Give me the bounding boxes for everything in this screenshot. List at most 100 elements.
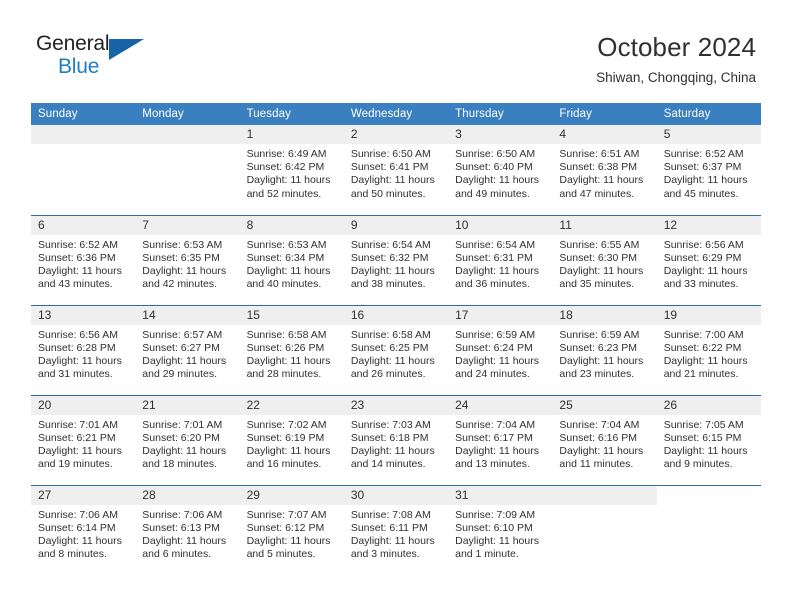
sunrise-sunset-calendar: Sunday Monday Tuesday Wednesday Thursday… — [31, 103, 761, 575]
sunset-text: Sunset: 6:12 PM — [246, 521, 325, 534]
day-details: Sunrise: 6:54 AM Sunset: 6:32 PM Daylight:… — [344, 235, 448, 292]
daylight-text: Daylight: 11 hours and 5 minutes. — [246, 534, 331, 561]
calendar-week-row: 27 Sunrise: 7:06 AM Sunset: 6:14 PM Dayligh… — [31, 484, 761, 575]
day-details: Sunrise: 7:04 AM Sunset: 6:17 PM Daylight:… — [448, 415, 552, 472]
calendar-week-row: 1 Sunrise: 6:49 AM Sunset: 6:42 PM Daylight… — [31, 125, 761, 215]
sunrise-text: Sunrise: 6:49 AM — [246, 148, 327, 160]
calendar-cell-day[interactable]: 24 Sunrise: 7:04 AM Sunset: 6:17 PM Dayligh… — [448, 394, 553, 485]
day-number: 28 — [135, 485, 240, 505]
calendar-cell-day[interactable]: 7 Sunrise: 6:53 AM Sunset: 6:35 PM Daylight… — [135, 214, 240, 305]
daylight-text: Daylight: 11 hours and 21 minutes. — [663, 354, 748, 381]
day-number: 21 — [135, 395, 240, 415]
sunrise-text: Sunrise: 7:04 AM — [455, 418, 536, 431]
calendar-cell-day[interactable]: 17 Sunrise: 6:59 AM Sunset: 6:24 PM Dayligh… — [448, 304, 553, 395]
daylight-text: Daylight: 11 hours and 8 minutes. — [38, 534, 122, 561]
sunset-text: Sunset: 6:15 PM — [663, 431, 742, 444]
calendar-cell-day[interactable]: 20 Sunrise: 7:01 AM Sunset: 6:21 PM Dayligh… — [31, 394, 136, 485]
calendar-cell-day[interactable]: 31 Sunrise: 7:09 AM Sunset: 6:10 PM Dayligh… — [448, 484, 553, 575]
sunrise-text: Sunrise: 6:57 AM — [142, 328, 223, 341]
day-number — [135, 125, 240, 144]
sunrise-text: Sunrise: 6:53 AM — [246, 238, 327, 251]
day-details: Sunrise: 6:54 AM Sunset: 6:31 PM Daylight:… — [448, 235, 552, 292]
daylight-text: Daylight: 11 hours and 14 minutes. — [350, 444, 435, 471]
calendar-cell-day[interactable]: 26 Sunrise: 7:05 AM Sunset: 6:15 PM Dayligh… — [656, 394, 761, 485]
calendar-cell-day[interactable]: 19 Sunrise: 7:00 AM Sunset: 6:22 PM Dayligh… — [656, 304, 761, 395]
calendar-week-row: 6 Sunrise: 6:52 AM Sunset: 6:36 PM Daylight… — [31, 214, 761, 305]
day-number: 29 — [239, 485, 344, 505]
sunrise-text: Sunrise: 6:55 AM — [559, 238, 640, 251]
calendar-cell-day[interactable]: 16 Sunrise: 6:58 AM Sunset: 6:25 PM Dayligh… — [343, 304, 449, 395]
calendar-cell-day[interactable]: 22 Sunrise: 7:02 AM Sunset: 6:19 PM Dayligh… — [239, 394, 344, 485]
day-number: 27 — [31, 485, 136, 505]
day-number: 10 — [448, 215, 553, 235]
sunset-text: Sunset: 6:41 PM — [350, 161, 429, 174]
weekday-header-row: Sunday Monday Tuesday Wednesday Thursday… — [31, 103, 761, 125]
weekday-header-saturday: Saturday — [656, 103, 761, 125]
sunset-text: Sunset: 6:38 PM — [559, 161, 638, 174]
calendar-cell-day[interactable]: 6 Sunrise: 6:52 AM Sunset: 6:36 PM Daylight… — [31, 214, 136, 305]
sunrise-text: Sunrise: 7:06 AM — [38, 508, 118, 521]
calendar-cell-day[interactable]: 8 Sunrise: 6:53 AM Sunset: 6:34 PM Daylight… — [239, 214, 344, 305]
sunrise-text: Sunrise: 6:50 AM — [350, 148, 431, 160]
sunset-text: Sunset: 6:34 PM — [246, 251, 325, 264]
day-details: Sunrise: 6:50 AM Sunset: 6:41 PM Daylight:… — [344, 144, 448, 201]
sunset-text: Sunset: 6:14 PM — [38, 521, 116, 534]
weekday-header-monday: Monday — [135, 103, 240, 125]
calendar-cell-day[interactable]: 29 Sunrise: 7:07 AM Sunset: 6:12 PM Dayligh… — [239, 484, 344, 575]
calendar-cell-day[interactable]: 27 Sunrise: 7:06 AM Sunset: 6:14 PM Dayligh… — [31, 484, 136, 575]
calendar-cell-day[interactable]: 9 Sunrise: 6:54 AM Sunset: 6:32 PM Daylight… — [343, 214, 449, 305]
daylight-text: Daylight: 11 hours and 6 minutes. — [142, 534, 227, 561]
sunset-text: Sunset: 6:23 PM — [559, 341, 638, 354]
calendar-cell-day[interactable]: 2 Sunrise: 6:50 AM Sunset: 6:41 PM Daylight… — [343, 125, 449, 215]
day-details: Sunrise: 6:57 AM Sunset: 6:27 PM Daylight:… — [135, 325, 239, 382]
calendar-cell-day[interactable]: 23 Sunrise: 7:03 AM Sunset: 6:18 PM Dayligh… — [343, 394, 449, 485]
calendar-cell-day[interactable]: 14 Sunrise: 6:57 AM Sunset: 6:27 PM Dayligh… — [135, 304, 240, 395]
daylight-text: Daylight: 11 hours and 43 minutes. — [38, 264, 122, 291]
sunset-text: Sunset: 6:19 PM — [246, 431, 325, 444]
calendar-cell-day[interactable]: 1 Sunrise: 6:49 AM Sunset: 6:42 PM Daylight… — [239, 125, 344, 215]
day-number: 14 — [135, 305, 240, 325]
logo-triangle-icon — [109, 39, 144, 60]
day-details: Sunrise: 6:51 AM Sunset: 6:38 PM Daylight:… — [552, 144, 656, 201]
calendar-cell-day[interactable]: 3 Sunrise: 6:50 AM Sunset: 6:40 PM Daylight… — [448, 125, 553, 215]
calendar-cell-day[interactable]: 12 Sunrise: 6:56 AM Sunset: 6:29 PM Dayligh… — [656, 214, 761, 305]
day-number — [552, 485, 657, 505]
calendar-cell-day[interactable]: 28 Sunrise: 7:06 AM Sunset: 6:13 PM Dayligh… — [135, 484, 240, 575]
calendar-cell-day[interactable]: 25 Sunrise: 7:04 AM Sunset: 6:16 PM Dayligh… — [552, 394, 657, 485]
day-number: 23 — [343, 395, 449, 415]
day-number: 7 — [135, 215, 240, 235]
calendar-cell-day[interactable]: 13 Sunrise: 6:56 AM Sunset: 6:28 PM Dayligh… — [31, 304, 136, 395]
calendar-cell-day[interactable]: 18 Sunrise: 6:59 AM Sunset: 6:23 PM Dayligh… — [552, 304, 657, 395]
sunrise-text: Sunrise: 6:59 AM — [455, 328, 536, 341]
day-number: 2 — [343, 125, 449, 144]
day-details: Sunrise: 7:09 AM Sunset: 6:10 PM Daylight:… — [448, 505, 552, 562]
day-number — [657, 486, 761, 505]
day-number: 31 — [448, 485, 553, 505]
calendar-cell-day[interactable]: 15 Sunrise: 6:58 AM Sunset: 6:26 PM Dayligh… — [239, 304, 344, 395]
day-number: 25 — [552, 395, 657, 415]
calendar-cell-day[interactable]: 5 Sunrise: 6:52 AM Sunset: 6:37 PM Daylight… — [656, 125, 761, 215]
day-number: 6 — [31, 215, 136, 235]
day-number: 16 — [343, 305, 449, 325]
calendar-cell-day[interactable]: 21 Sunrise: 7:01 AM Sunset: 6:20 PM Dayligh… — [135, 394, 240, 485]
daylight-text: Daylight: 11 hours and 50 minutes. — [350, 174, 435, 200]
day-details: Sunrise: 6:52 AM Sunset: 6:36 PM Daylight:… — [31, 235, 135, 292]
sunrise-text: Sunrise: 7:09 AM — [455, 508, 536, 521]
sunset-text: Sunset: 6:17 PM — [455, 431, 533, 444]
calendar-cell-day[interactable]: 30 Sunrise: 7:08 AM Sunset: 6:11 PM Dayligh… — [343, 484, 449, 575]
calendar-cell-day[interactable]: 11 Sunrise: 6:55 AM Sunset: 6:30 PM Dayligh… — [552, 214, 657, 305]
daylight-text: Daylight: 11 hours and 52 minutes. — [246, 174, 331, 200]
sunset-text: Sunset: 6:42 PM — [246, 161, 325, 174]
daylight-text: Daylight: 11 hours and 33 minutes. — [663, 264, 748, 291]
location-subtitle: Shiwan, Chongqing, China — [596, 70, 756, 85]
calendar-cell-day[interactable]: 4 Sunrise: 6:51 AM Sunset: 6:38 PM Daylight… — [552, 125, 657, 215]
sunrise-text: Sunrise: 6:58 AM — [350, 328, 431, 341]
sunset-text: Sunset: 6:21 PM — [38, 431, 116, 444]
day-number: 19 — [656, 305, 761, 325]
day-details: Sunrise: 6:56 AM Sunset: 6:29 PM Daylight:… — [657, 235, 761, 292]
calendar-cell-day[interactable]: 10 Sunrise: 6:54 AM Sunset: 6:31 PM Dayligh… — [448, 214, 553, 305]
daylight-text: Daylight: 11 hours and 38 minutes. — [350, 264, 435, 291]
sunrise-text: Sunrise: 6:53 AM — [142, 238, 223, 251]
day-number: 17 — [448, 305, 553, 325]
sunrise-text: Sunrise: 6:54 AM — [350, 238, 431, 251]
